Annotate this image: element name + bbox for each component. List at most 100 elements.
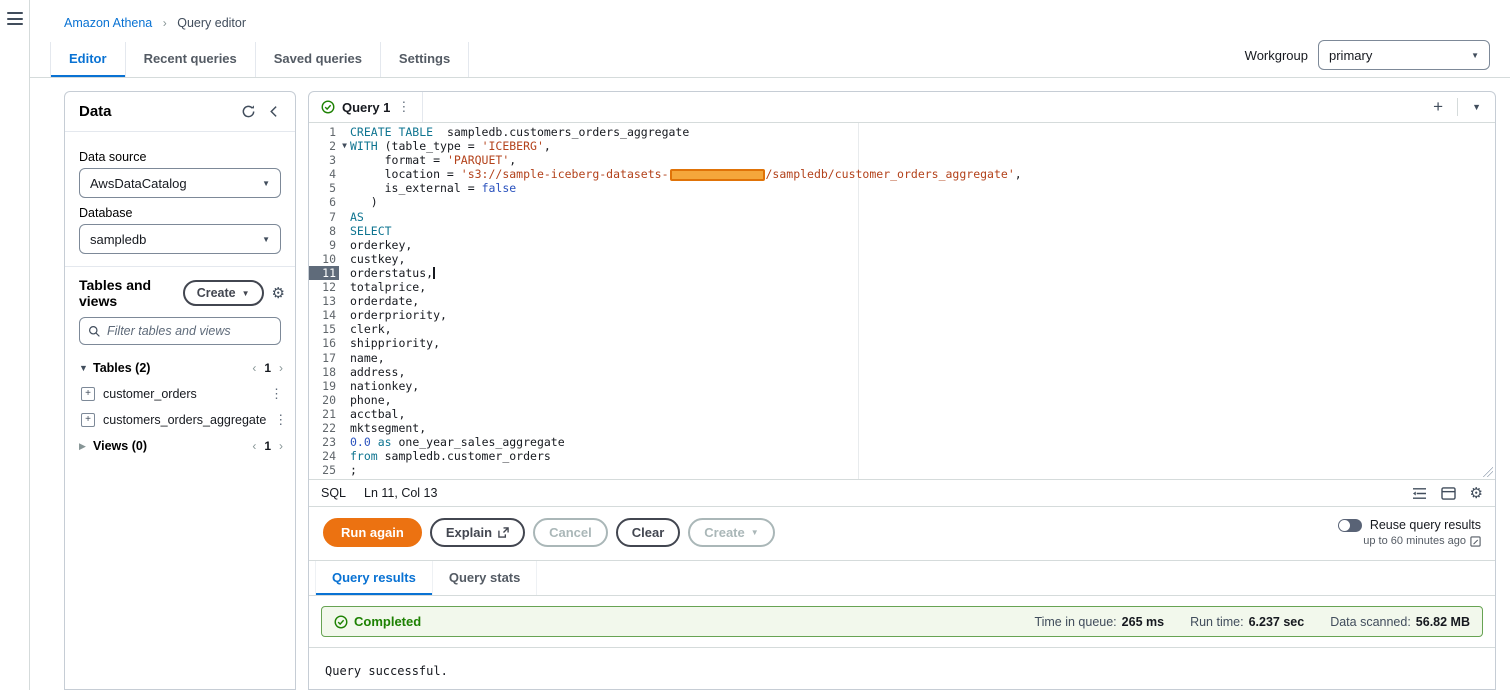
- fold-gutter: [339, 322, 350, 336]
- fold-gutter: [339, 351, 350, 365]
- code-line[interactable]: 15 clerk,: [309, 322, 1495, 336]
- code-line[interactable]: 7 AS: [309, 210, 1495, 224]
- refresh-icon[interactable]: [241, 104, 256, 119]
- code-line[interactable]: 5 is_external = false: [309, 181, 1495, 195]
- tab-list-dropdown-icon[interactable]: ▼: [1458, 102, 1495, 112]
- new-query-tab-button[interactable]: +: [1419, 97, 1457, 117]
- breadcrumb-amazon-athena[interactable]: Amazon Athena: [64, 16, 152, 30]
- line-number: 3: [329, 153, 336, 168]
- create-dropdown-button[interactable]: Create ▼: [688, 518, 775, 547]
- code-line[interactable]: 4 location = 's3://sample-iceberg-datase…: [309, 167, 1495, 182]
- tab-editor[interactable]: Editor: [50, 42, 126, 77]
- code-line[interactable]: 11 orderstatus,: [309, 265, 1495, 281]
- editor-resize-handle[interactable]: [1483, 467, 1493, 477]
- breadcrumb: Amazon Athena › Query editor: [30, 0, 1510, 36]
- fold-arrow-icon[interactable]: ▼: [339, 139, 350, 153]
- menu-icon[interactable]: [6, 12, 23, 25]
- code-line[interactable]: 3 format = 'PARQUET',: [309, 153, 1495, 167]
- tab-settings[interactable]: Settings: [381, 42, 470, 77]
- fold-gutter: [339, 449, 350, 463]
- code-text: 0.0 as one_year_sales_aggregate: [350, 435, 565, 450]
- create-button[interactable]: Create ▼: [182, 280, 264, 306]
- table-name[interactable]: customers_orders_aggregate: [103, 413, 266, 427]
- preferences-panel-icon[interactable]: [1440, 486, 1456, 500]
- database-select[interactable]: sampledb ▼: [79, 224, 281, 254]
- line-number: 13: [322, 294, 336, 309]
- fold-gutter: [339, 393, 350, 407]
- tables-section-header[interactable]: ▼ Tables (2) ‹ 1 ›: [65, 355, 295, 381]
- code-line[interactable]: 8 SELECT: [309, 224, 1495, 238]
- code-line[interactable]: 24 from sampledb.customer_orders: [309, 449, 1495, 463]
- collapse-panel-icon[interactable]: [268, 105, 281, 118]
- code-text: CREATE TABLE sampledb.customers_orders_a…: [350, 125, 690, 139]
- code-text: orderpriority,: [350, 308, 447, 323]
- run-again-button[interactable]: Run again: [323, 518, 422, 547]
- fold-gutter: [339, 308, 350, 322]
- code-line[interactable]: 6 ): [309, 195, 1495, 209]
- code-text: orderdate,: [350, 294, 420, 309]
- fold-gutter: [339, 407, 350, 421]
- prev-page-icon[interactable]: ‹: [252, 361, 256, 375]
- next-page-icon[interactable]: ›: [279, 439, 283, 453]
- code-line[interactable]: 16 shippriority,: [309, 336, 1495, 350]
- code-line[interactable]: 20 phone,: [309, 393, 1495, 407]
- table-name[interactable]: customer_orders: [103, 387, 262, 401]
- code-text: totalprice,: [350, 280, 427, 295]
- code-line[interactable]: 13 orderdate,: [309, 294, 1495, 308]
- code-text: ;: [350, 463, 357, 478]
- table-kebab-menu-icon[interactable]: ⋮: [274, 412, 287, 428]
- views-count: (0): [131, 439, 147, 453]
- reuse-results-toggle[interactable]: [1337, 518, 1362, 532]
- code-line[interactable]: 19 nationkey,: [309, 379, 1495, 393]
- tab-query-results[interactable]: Query results: [315, 561, 433, 595]
- explain-button[interactable]: Explain: [429, 518, 526, 547]
- format-query-icon[interactable]: [1412, 487, 1427, 500]
- database-label: Database: [79, 206, 133, 220]
- workgroup-control: Workgroup primary ▼: [1245, 40, 1490, 77]
- query-tab-kebab-icon[interactable]: ⋮: [397, 99, 410, 115]
- code-line[interactable]: 14 orderpriority,: [309, 308, 1495, 322]
- query-tab[interactable]: Query 1 ⋮: [309, 92, 424, 122]
- code-text: acctbal,: [350, 406, 406, 421]
- code-line[interactable]: 25;: [309, 463, 1495, 477]
- fold-gutter: [339, 181, 350, 195]
- tables-and-views-title: Tables and views: [79, 277, 152, 309]
- fold-gutter: [339, 210, 350, 224]
- cancel-button[interactable]: Cancel: [533, 518, 608, 547]
- tab-query-stats[interactable]: Query stats: [433, 561, 538, 595]
- code-line[interactable]: 12 totalprice,: [309, 280, 1495, 294]
- tab-saved-queries[interactable]: Saved queries: [256, 42, 381, 77]
- code-line[interactable]: 10 custkey,: [309, 252, 1495, 266]
- filter-tables-input[interactable]: [107, 324, 272, 338]
- expand-table-icon[interactable]: +: [81, 413, 95, 427]
- data-source-select[interactable]: AwsDataCatalog ▼: [79, 168, 281, 198]
- code-text: format = 'PARQUET',: [350, 153, 517, 168]
- code-line[interactable]: 2 ▼ WITH (table_type = 'ICEBERG',: [309, 139, 1495, 153]
- fold-gutter: [339, 238, 350, 252]
- edit-icon[interactable]: [1470, 535, 1481, 547]
- code-line[interactable]: 17 name,: [309, 351, 1495, 365]
- clear-button[interactable]: Clear: [615, 518, 681, 547]
- code-line[interactable]: 9 orderkey,: [309, 238, 1495, 252]
- expand-table-icon[interactable]: +: [81, 387, 95, 401]
- search-icon: [88, 325, 101, 338]
- views-section-header[interactable]: ▶ Views (0) ‹ 1 ›: [65, 433, 295, 459]
- code-line[interactable]: 23 0.0 as one_year_sales_aggregate: [309, 435, 1495, 449]
- code-line[interactable]: 21 acctbal,: [309, 407, 1495, 421]
- chevron-down-icon: ▼: [241, 288, 250, 298]
- sql-code-editor[interactable]: 1 CREATE TABLE sampledb.customers_orders_…: [309, 123, 1495, 479]
- code-line[interactable]: 18 address,: [309, 365, 1495, 379]
- chevron-right-icon: ▶: [79, 440, 86, 451]
- next-page-icon[interactable]: ›: [279, 361, 283, 375]
- check-circle-icon: [321, 100, 335, 114]
- chevron-down-icon: ▼: [79, 363, 88, 373]
- settings-gear-icon[interactable]: ⚙: [1470, 484, 1483, 502]
- gear-icon[interactable]: ⚙: [272, 284, 285, 302]
- fold-gutter: [339, 252, 350, 266]
- code-line[interactable]: 22 mktsegment,: [309, 421, 1495, 435]
- code-line[interactable]: 1 CREATE TABLE sampledb.customers_orders_…: [309, 125, 1495, 139]
- workgroup-select[interactable]: primary ▼: [1318, 40, 1490, 70]
- table-kebab-menu-icon[interactable]: ⋮: [270, 386, 283, 402]
- prev-page-icon[interactable]: ‹: [252, 439, 256, 453]
- tab-recent-queries[interactable]: Recent queries: [126, 42, 256, 77]
